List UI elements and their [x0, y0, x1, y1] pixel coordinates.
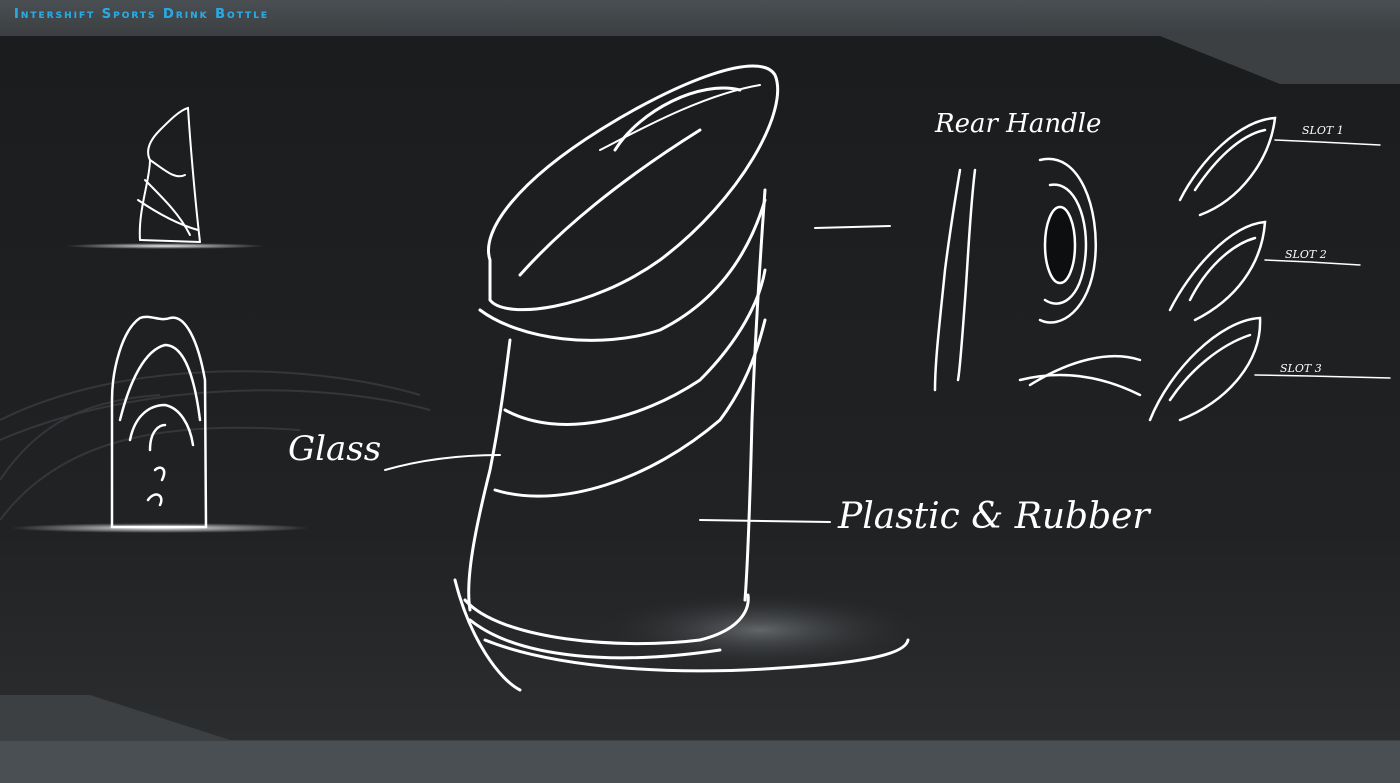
sketch-canvas: Glass Plastic & Rubber Rear Handle SLOT … — [0, 36, 1400, 740]
plastic-rubber-label: Plastic & Rubber — [837, 496, 1151, 537]
slot-1-label: SLOT 1 — [1302, 124, 1344, 137]
footer-bar — [0, 741, 1400, 783]
concept-sketch-page: Intershift Sports Drink Bottle Glass Pla… — [0, 0, 1400, 783]
glass-label: Glass — [288, 429, 381, 469]
page-title-overlay: Intershift Sports Drink Bottle — [14, 7, 270, 22]
slot-2-label: SLOT 2 — [1285, 248, 1327, 261]
slot-3-label: SLOT 3 — [1280, 362, 1322, 375]
rear-handle-label: Rear Handle — [934, 109, 1101, 139]
